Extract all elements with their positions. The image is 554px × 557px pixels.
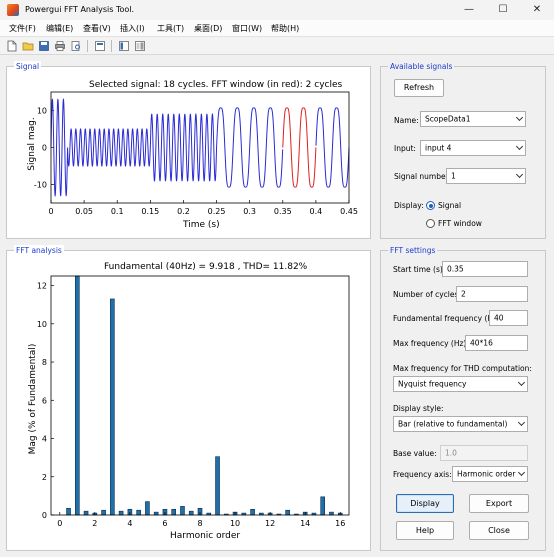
- fft-plot-ylabel: Mag (% of Fundamental): [28, 343, 38, 455]
- close-window-button[interactable]: ✕: [520, 0, 554, 20]
- fft-plot-xlabel: Harmonic order: [170, 531, 241, 541]
- input-label: Input:: [394, 144, 416, 153]
- display-style-dropdown[interactable]: Bar (relative to fundamental): [393, 416, 528, 432]
- close-button[interactable]: Close: [469, 521, 529, 540]
- menu-window[interactable]: 窗口(W): [232, 23, 262, 34]
- help-button[interactable]: Help: [396, 521, 454, 540]
- max-freq-value: 40*16: [470, 338, 493, 348]
- print-icon[interactable]: [54, 40, 66, 52]
- base-value-input: 1.0: [440, 445, 528, 461]
- menu-bar: 文件(F) 编辑(E) 查看(V) 插入(I) 工具(T) 桌面(D) 窗口(W…: [0, 20, 554, 37]
- name-dropdown-value: ScopeData1: [425, 114, 471, 124]
- start-time-value: 0.35: [447, 264, 464, 274]
- menu-tools[interactable]: 工具(T): [157, 23, 184, 34]
- available-signals-title: Available signals: [388, 61, 455, 72]
- display-signal-label: Signal: [438, 201, 462, 210]
- save-icon[interactable]: [38, 40, 50, 52]
- fft-analysis-panel: FFT analysis: [6, 245, 371, 551]
- minimize-button[interactable]: —: [452, 0, 486, 20]
- max-freq-thd-label: Max frequency for THD computation:: [393, 364, 532, 373]
- fft-analysis-title: FFT analysis: [14, 245, 64, 256]
- display-style-value: Bar (relative to fundamental): [398, 419, 508, 429]
- signal-number-dropdown[interactable]: 1: [446, 168, 526, 184]
- fund-freq-value: 40: [494, 313, 504, 323]
- menu-help[interactable]: 帮助(H): [271, 23, 299, 34]
- display-style-label: Display style:: [393, 404, 444, 413]
- maximize-button[interactable]: ☐: [486, 0, 520, 20]
- num-cycles-value: 2: [461, 289, 466, 299]
- chevron-down-icon: [515, 142, 524, 151]
- start-time-input[interactable]: 0.35: [442, 261, 528, 277]
- menu-file[interactable]: 文件(F): [9, 23, 36, 34]
- signal-panel: Signal: [6, 61, 371, 239]
- toolbar-separator: [111, 40, 112, 52]
- input-dropdown-value: input 4: [425, 143, 452, 153]
- max-freq-thd-value: Nyquist frequency: [398, 379, 467, 389]
- signal-plot-ylabel: Signal mag.: [27, 117, 37, 171]
- chevron-down-icon: [515, 170, 524, 179]
- start-time-label: Start time (s):: [393, 265, 446, 274]
- chevron-down-icon: [515, 113, 524, 122]
- display-button[interactable]: Display: [396, 494, 454, 513]
- freq-axis-dropdown[interactable]: Harmonic order: [452, 466, 528, 482]
- export-button[interactable]: Export: [469, 494, 529, 513]
- chevron-down-icon: [517, 468, 526, 477]
- chevron-down-icon: [517, 378, 526, 387]
- freq-axis-value: Harmonic order: [457, 469, 516, 479]
- signal-plot-title: Selected signal: 18 cycles. FFT window (…: [89, 80, 343, 90]
- show-plot-tools-icon[interactable]: [118, 40, 130, 52]
- name-dropdown[interactable]: ScopeData1: [420, 111, 526, 127]
- menu-desktop[interactable]: 桌面(D): [194, 23, 222, 34]
- matlab-logo-icon: [7, 4, 19, 16]
- menu-insert[interactable]: 插入(I): [120, 23, 145, 34]
- display-fft-window-label: FFT window: [438, 219, 482, 228]
- open-folder-icon[interactable]: [22, 40, 34, 52]
- toolbar-separator: [87, 40, 88, 52]
- menu-view[interactable]: 查看(V): [83, 23, 111, 34]
- chevron-down-icon: [517, 418, 526, 427]
- signal-number-value: 1: [451, 171, 456, 181]
- print-preview-icon[interactable]: [70, 40, 82, 52]
- hide-plot-tools-icon[interactable]: [134, 40, 146, 52]
- fund-freq-label: Fundamental frequency (Hz):: [393, 314, 503, 323]
- input-dropdown[interactable]: input 4: [420, 140, 526, 156]
- freq-axis-label: Frequency axis:: [393, 470, 452, 479]
- max-freq-input[interactable]: 40*16: [465, 335, 528, 351]
- signal-plot-xlabel: Time (s): [183, 220, 220, 230]
- display-label: Display:: [394, 201, 424, 210]
- window-title: Powergui FFT Analysis Tool.: [25, 5, 135, 14]
- name-label: Name:: [394, 116, 419, 125]
- refresh-button[interactable]: Refresh: [394, 79, 444, 97]
- num-cycles-input[interactable]: 2: [456, 286, 528, 302]
- display-fft-window-radio[interactable]: [426, 219, 435, 228]
- max-freq-label: Max frequency (Hz):: [393, 339, 469, 348]
- toolbar: [0, 37, 554, 55]
- fft-plot-title: Fundamental (40Hz) = 9.918 , THD= 11.82%: [104, 262, 308, 272]
- max-freq-thd-dropdown[interactable]: Nyquist frequency: [393, 376, 528, 392]
- signal-number-label: Signal number:: [394, 172, 452, 181]
- fund-freq-input[interactable]: 40: [489, 310, 528, 326]
- base-value-value: 1.0: [445, 448, 457, 458]
- fft-settings-title: FFT settings: [388, 245, 438, 256]
- new-file-icon[interactable]: [6, 40, 18, 52]
- base-value-label: Base value:: [393, 449, 437, 458]
- num-cycles-label: Number of cycles:: [393, 290, 461, 299]
- dock-figure-icon[interactable]: [94, 40, 106, 52]
- menu-edit[interactable]: 编辑(E): [46, 23, 73, 34]
- signal-panel-title: Signal: [14, 61, 42, 72]
- title-bar: Powergui FFT Analysis Tool. — ☐ ✕: [0, 0, 554, 20]
- display-signal-radio[interactable]: [426, 201, 435, 210]
